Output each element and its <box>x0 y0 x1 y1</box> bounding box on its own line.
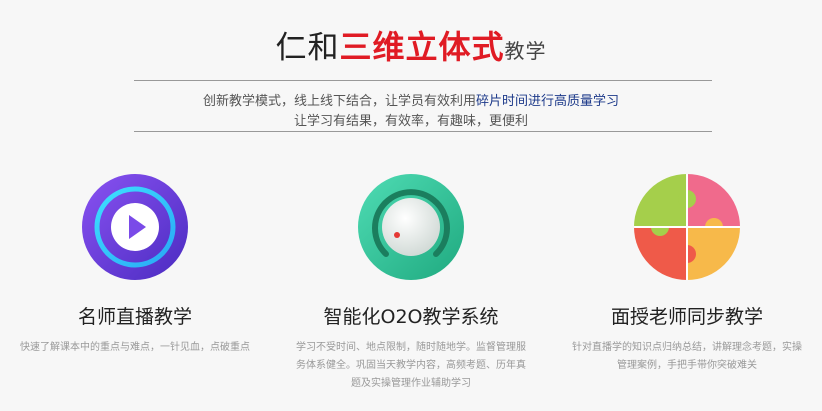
feature-o2o-system: 智能化O2O教学系统 学习不受时间、地点限制，随时随地学。监督管理服务体系健全。… <box>276 172 546 393</box>
subtitle-line-1-text: 创新教学模式，线上线下结合，让学员有效利用 <box>202 94 476 109</box>
title-prefix: 仁和 <box>275 30 340 66</box>
divider-bottom <box>134 131 712 132</box>
divider-top <box>134 80 712 81</box>
play-icon <box>80 172 190 282</box>
title-suffix: 教学 <box>504 39 547 63</box>
feature-title: 面授老师同步教学 <box>610 306 763 328</box>
feature-description: 学习不受时间、地点限制，随时随地学。监督管理服务体系健全。巩固当天教学内容，高频… <box>296 342 526 389</box>
feature-title: 名师直播教学 <box>77 306 192 328</box>
feature-title: 智能化O2O教学系统 <box>323 306 499 328</box>
subtitle-line-2: 让学习有结果，有效率，有趣味，更便利 <box>293 114 528 129</box>
subtitle-line-1: 创新教学模式，线上线下结合，让学员有效利用碎片时间进行高质量学习 <box>0 90 822 109</box>
feature-description: 快速了解课本中的重点与难点，一针见血，点破重点 <box>20 342 250 353</box>
feature-description: 针对直播学的知识点归纳总结，讲解理念考题，实操管理案例，手把手带你突破难关 <box>572 342 802 371</box>
feature-live-teaching: 名师直播教学 快速了解课本中的重点与难点，一针见血，点破重点 <box>0 172 270 357</box>
title-highlight: 三维立体式 <box>339 28 505 66</box>
subtitle-line-1-highlight: 碎片时间进行高质量学习 <box>476 94 620 109</box>
knob-icon <box>356 172 466 282</box>
page-title: 仁和三维立体式教学 <box>0 22 822 68</box>
puzzle-icon <box>632 172 742 282</box>
feature-face-to-face: 面授老师同步教学 针对直播学的知识点归纳总结，讲解理念考题，实操管理案例，手把手… <box>552 172 822 375</box>
